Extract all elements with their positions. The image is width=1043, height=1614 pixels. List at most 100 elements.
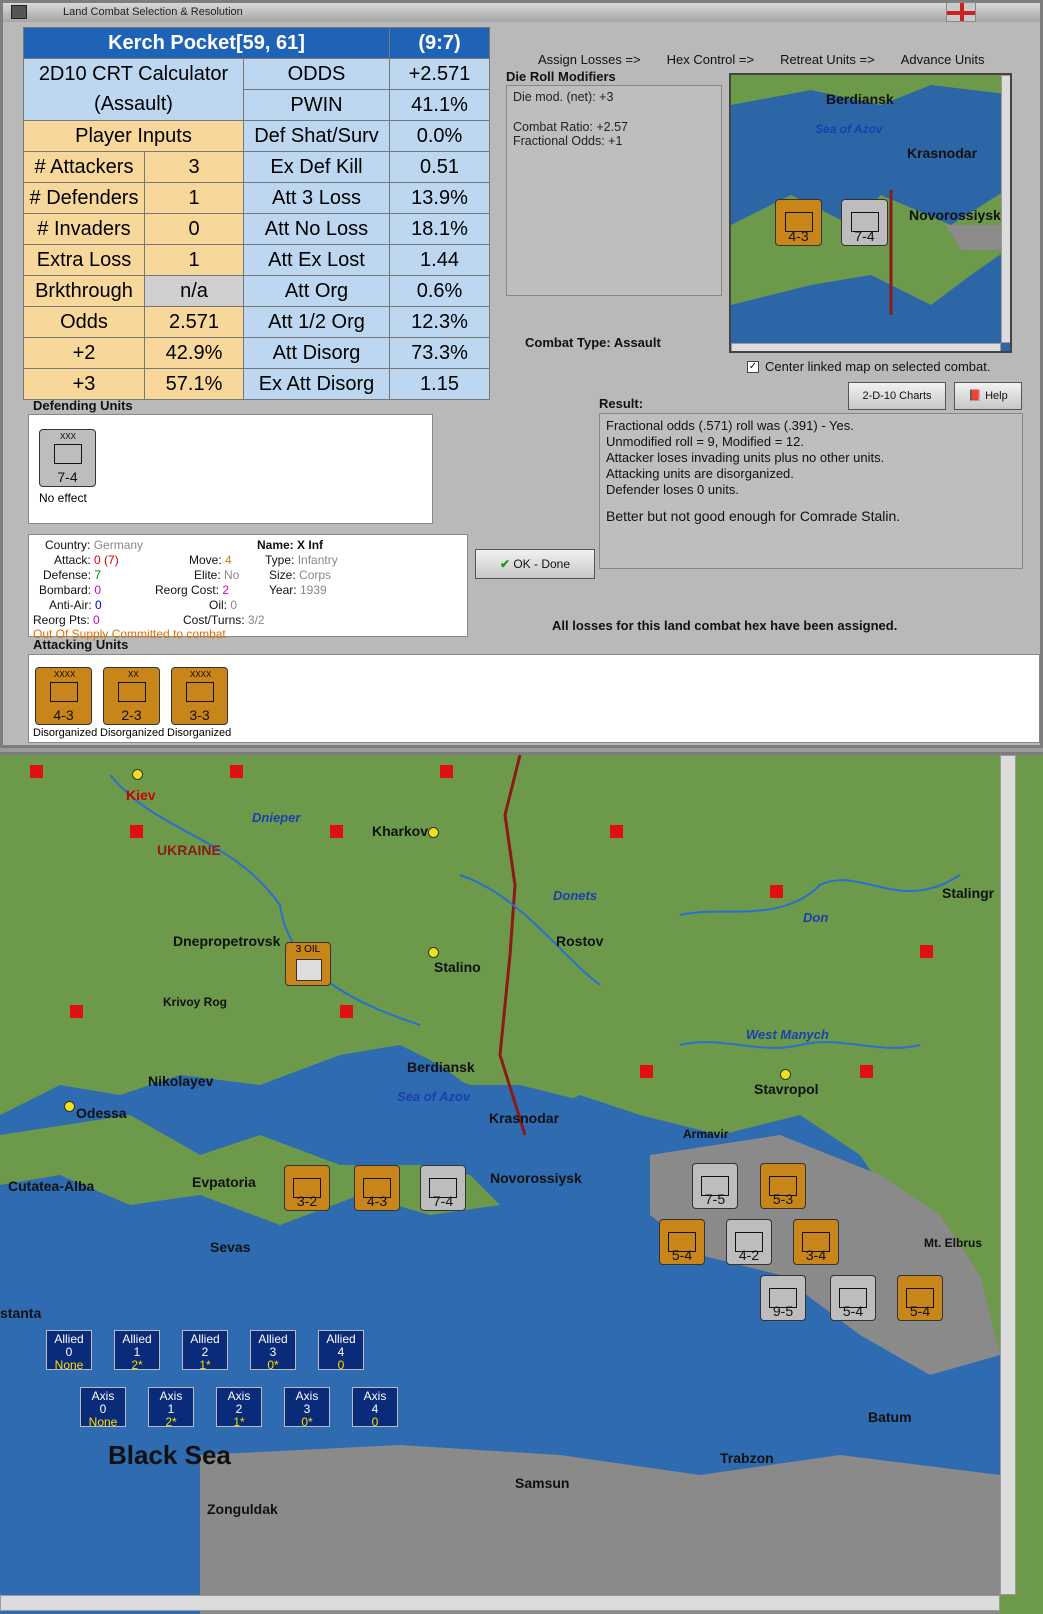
tab-hex-control[interactable]: Hex Control => (667, 52, 754, 67)
checkbox-checked-icon[interactable]: ✓ (747, 360, 759, 373)
black-sea-label: Black Sea (108, 1440, 231, 1470)
city-krasnodar: Krasnodar (489, 1110, 560, 1126)
center-linked-option[interactable]: ✓ Center linked map on selected combat. (747, 359, 990, 374)
sea-zone-axis-2[interactable]: Axis 2 1* (216, 1387, 262, 1429)
supply-marker-icon (330, 825, 343, 838)
attacking-unit-counter[interactable]: XXXX 3-3 (171, 667, 228, 725)
tab-assign-losses[interactable]: Assign Losses => (538, 52, 641, 67)
result-panel: Fractional odds (.571) roll was (.391) -… (599, 413, 1023, 569)
info-key: Move: (189, 553, 222, 567)
attacking-unit-counter[interactable]: XXXX 4-3 (35, 667, 92, 725)
zone-status: 0 (371, 1415, 379, 1429)
oil-label: 3 OIL (295, 944, 321, 955)
map-vscrollbar[interactable] (1000, 755, 1016, 1595)
charts-button[interactable]: 2-D-10 Charts (848, 382, 946, 410)
unit-strength: 3-2 (296, 1193, 318, 1209)
map-unit-defender[interactable]: 7-4 (420, 1165, 466, 1211)
input-value: 42.9% (144, 337, 244, 369)
info-key: Anti-Air: (49, 598, 92, 612)
sea-zone-allied-1[interactable]: Allied 1 2* (114, 1330, 160, 1372)
sea-zone-axis-0[interactable]: Axis 0 None (80, 1387, 126, 1429)
ok-done-button[interactable]: ✔ OK - Done (475, 549, 595, 579)
map-unit[interactable]: 5-3 (760, 1163, 806, 1209)
map-unit[interactable]: 5-4 (897, 1275, 943, 1321)
sea-zone-axis-3[interactable]: Axis 3 0* (284, 1387, 330, 1429)
minimap-unit-attacker[interactable]: 4-3 (775, 199, 822, 246)
crt-value: 18.1% (389, 213, 490, 245)
crt-label-odds: ODDS (243, 58, 390, 90)
supply-marker-icon (130, 825, 143, 838)
minimap-city-krasnodar: Krasnodar (907, 145, 978, 161)
zone-status: 1* (233, 1415, 245, 1429)
supply-marker-icon (230, 765, 243, 778)
calc-subtitle: (Assault) (23, 89, 244, 121)
combat-type: Combat Type: Assault (525, 335, 661, 350)
tab-advance-units[interactable]: Advance Units (901, 52, 985, 67)
map-unit[interactable]: 3-2 (284, 1165, 330, 1211)
city-constanta: stanta (0, 1305, 42, 1321)
map-hscrollbar[interactable] (0, 1595, 1000, 1611)
input-defenders[interactable]: 1 (144, 182, 244, 214)
input-attackers[interactable]: 3 (144, 151, 244, 183)
minimap-hscrollbar[interactable] (731, 343, 1001, 351)
tab-retreat-units[interactable]: Retreat Units => (780, 52, 875, 67)
sea-zone-allied-2[interactable]: Allied 2 1* (182, 1330, 228, 1372)
map-unit[interactable]: 4-3 (354, 1165, 400, 1211)
city-dnepropetrovsk: Dnepropetrovsk (173, 933, 281, 949)
map-unit[interactable]: 5-4 (659, 1219, 705, 1265)
linked-minimap[interactable]: Berdiansk Sea of Azov Krasnodar Novoross… (729, 73, 1012, 353)
main-map[interactable]: Kiev UKRAINE Kharkov Dnepropetrovsk Stal… (0, 752, 1043, 1614)
crt-calculator-table: Kerch Pocket[59, 61] (9:7) 2D10 CRT Calc… (23, 27, 490, 400)
input-invaders[interactable]: 0 (144, 213, 244, 245)
map-unit[interactable]: 3-4 (793, 1219, 839, 1265)
river-donets: Donets (553, 888, 598, 903)
info-name: X Inf (297, 538, 324, 552)
mt-elbrus-label: Mt. Elbrus (924, 1236, 983, 1250)
city-stalingrad: Stalingr (942, 885, 995, 901)
map-unit[interactable]: 4-2 (726, 1219, 772, 1265)
supply-marker-icon (440, 765, 453, 778)
sea-zone-axis-1[interactable]: Axis 1 2* (148, 1387, 194, 1429)
minimap-vscrollbar[interactable] (1001, 75, 1010, 343)
crt-value: 73.3% (389, 337, 490, 369)
hex-coord: (9:7) (389, 27, 490, 59)
input-extra-loss[interactable]: 1 (144, 244, 244, 276)
crt-label: Att 3 Loss (243, 182, 390, 214)
map-unit[interactable]: 5-4 (830, 1275, 876, 1321)
crt-value: 1.44 (389, 244, 490, 276)
unit-strength: 3-3 (189, 707, 210, 723)
map-unit[interactable]: 7-5 (692, 1163, 738, 1209)
defending-units-panel: XXX 7-4 No effect (28, 414, 433, 524)
input-label: Brkthrough (23, 275, 145, 307)
defending-unit-counter[interactable]: XXX 7-4 (39, 429, 96, 487)
attacking-unit-counter[interactable]: XX 2-3 (103, 667, 160, 725)
crt-label: Ex Def Kill (243, 151, 390, 183)
unit-strength: 4-3 (53, 707, 74, 723)
help-button[interactable]: 📕 Help (954, 382, 1022, 410)
result-line: Attacker loses invading units plus no ot… (606, 450, 885, 465)
oil-barrels-icon (296, 959, 322, 981)
city-dot-icon (780, 1069, 791, 1080)
crt-value: 1.15 (389, 368, 490, 400)
city-samsun: Samsun (515, 1475, 570, 1491)
unit-strength: 5-4 (909, 1303, 931, 1319)
river-dnieper: Dnieper (252, 810, 301, 825)
city-odessa: Odessa (76, 1105, 127, 1121)
zone-status: None (54, 1358, 84, 1372)
sea-zone-allied-0[interactable]: Allied 0 None (46, 1330, 92, 1372)
oil-resource[interactable]: 3 OIL (285, 942, 331, 986)
sea-zone-allied-3[interactable]: Allied 3 0* (250, 1330, 296, 1372)
combat-ratio: Combat Ratio: +2.57 (513, 120, 628, 134)
result-line: Defender loses 0 units. (606, 482, 739, 497)
city-armavir: Armavir (683, 1127, 729, 1141)
input-label: Extra Loss (23, 244, 145, 276)
unit-size: XX (128, 670, 139, 679)
info-year: 1939 (299, 583, 327, 597)
unit-strength: 3-4 (805, 1247, 827, 1263)
input-breakthrough[interactable]: n/a (144, 275, 244, 307)
info-antiair: 0 (95, 598, 102, 612)
sea-zone-allied-4[interactable]: Allied 4 0 (318, 1330, 364, 1372)
map-unit[interactable]: 9-5 (760, 1275, 806, 1321)
minimap-unit-defender[interactable]: 7-4 (841, 199, 888, 246)
sea-zone-axis-4[interactable]: Axis 4 0 (352, 1387, 398, 1429)
